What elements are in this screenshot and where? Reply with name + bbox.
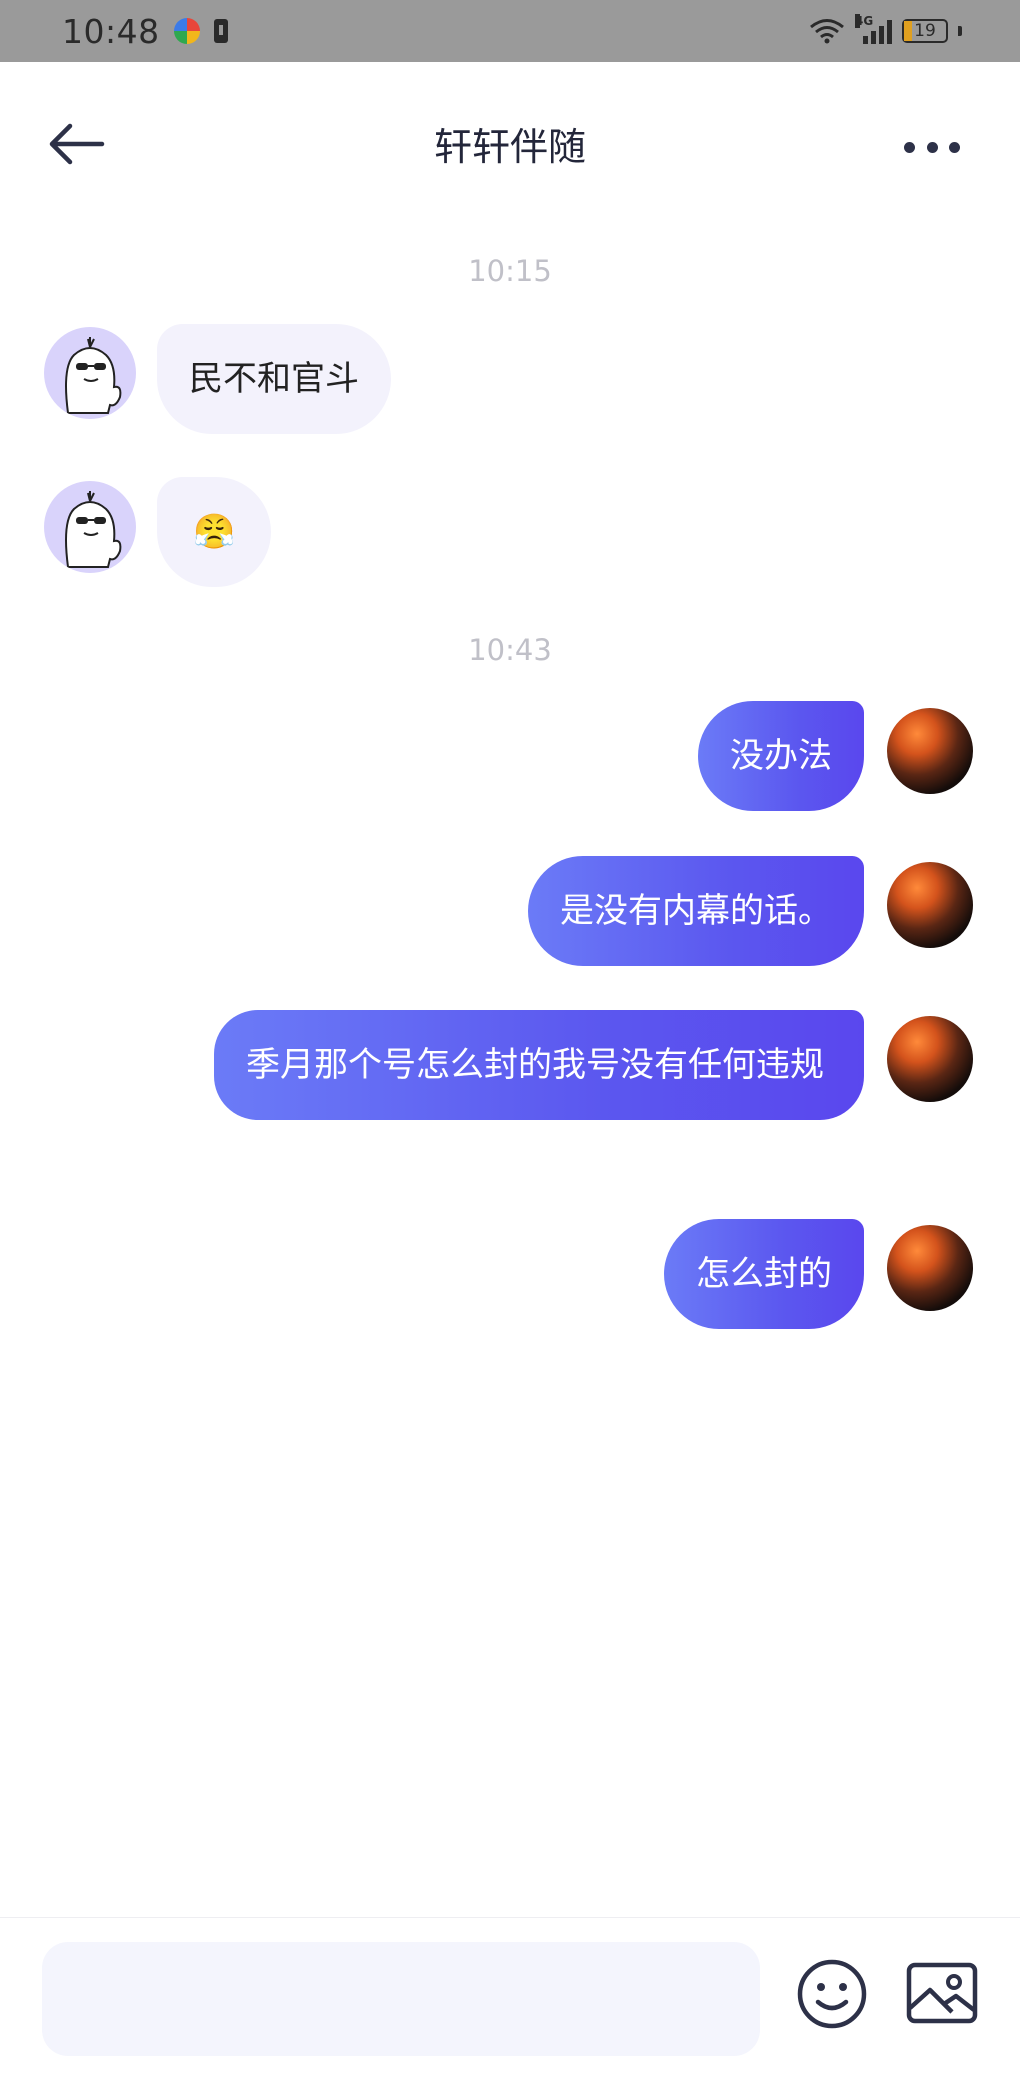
outgoing-message[interactable]: 季月那个号怎么封的我号没有任何违规 — [214, 1010, 864, 1120]
timestamp: 10:15 — [468, 254, 552, 288]
user-avatar[interactable] — [884, 859, 976, 951]
timestamp: 10:43 — [468, 633, 552, 667]
sim-alert-icon — [213, 19, 228, 43]
bot-avatar[interactable] — [44, 481, 136, 573]
outgoing-message[interactable]: 怎么封的 — [664, 1219, 864, 1329]
status-right: 4G 19 — [809, 14, 962, 44]
ghost-avatar-icon — [65, 491, 122, 568]
incoming-emoji-message[interactable]: 😤 — [157, 477, 272, 587]
chat-header: 轩轩伴随 — [0, 62, 1020, 227]
battery-icon: 19 — [902, 19, 948, 43]
status-bar: 10:48 4G 19 — [0, 0, 1020, 62]
back-arrow-icon[interactable] — [46, 122, 106, 166]
outgoing-message[interactable]: 是没有内幕的话。 — [528, 856, 864, 966]
outgoing-message[interactable]: 没办法 — [698, 701, 864, 811]
status-left: 10:48 — [62, 12, 228, 51]
network-type: 4G — [855, 14, 874, 28]
message-input[interactable] — [42, 1942, 760, 2056]
battery-level: 19 — [914, 21, 936, 41]
emoji-icon[interactable] — [796, 1958, 868, 2030]
more-dot-icon — [926, 141, 938, 153]
cellular-signal-icon: 4G — [855, 14, 892, 44]
user-avatar[interactable] — [884, 1222, 976, 1314]
app-notification-icon — [173, 18, 200, 44]
incoming-message[interactable]: 民不和官斗 — [157, 324, 391, 434]
user-avatar[interactable] — [884, 705, 976, 797]
battery-tip — [958, 26, 962, 36]
more-dot-icon — [904, 141, 915, 153]
message-list[interactable]: 10:15 民不和官斗 😤 10:43 没办法 是没有内幕的话。 季月那个号怎么… — [0, 227, 1020, 1917]
status-time: 10:48 — [62, 11, 160, 51]
user-avatar[interactable] — [884, 1013, 976, 1105]
image-icon[interactable] — [906, 1962, 978, 2024]
input-bar — [0, 1917, 1020, 2082]
wifi-icon — [810, 19, 844, 44]
more-dot-icon — [949, 141, 960, 153]
ghost-avatar-icon — [65, 337, 122, 414]
more-options-button[interactable] — [904, 140, 960, 154]
chat-title: 轩轩伴随 — [433, 125, 586, 169]
bot-avatar[interactable] — [44, 327, 136, 419]
